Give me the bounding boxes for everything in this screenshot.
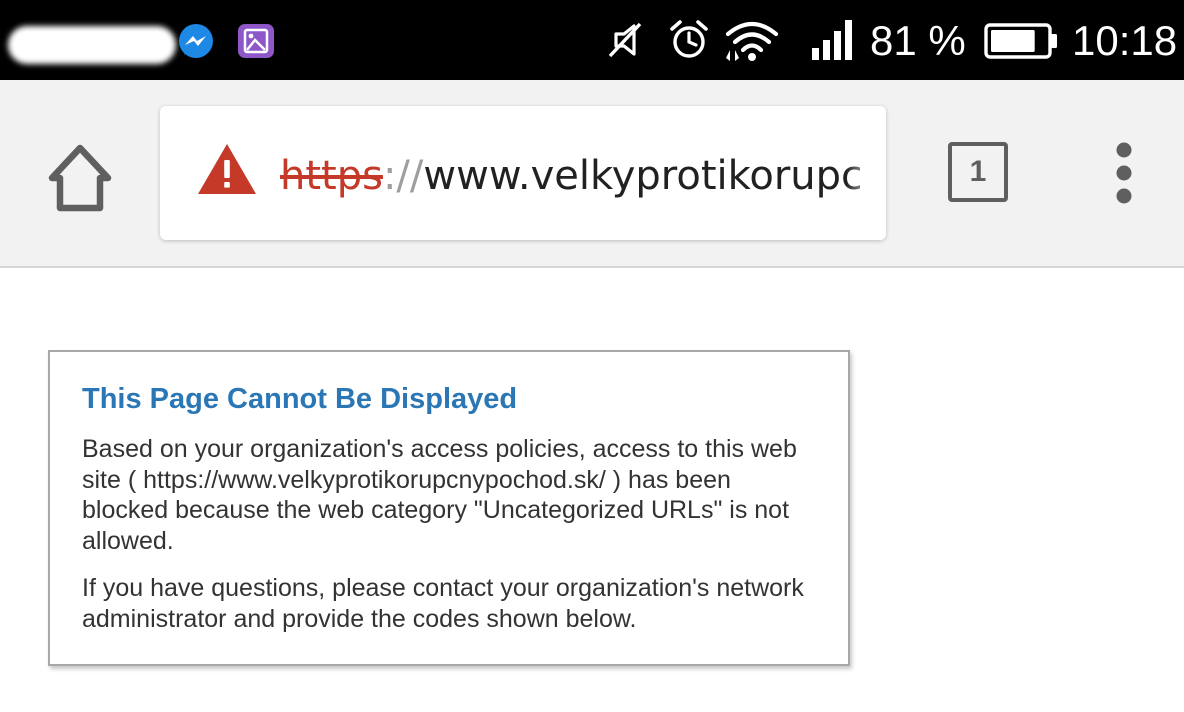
url-host: www.velkyprotikorupc [423, 153, 860, 199]
signal-icon [812, 20, 852, 60]
more-vert-icon[interactable] [1100, 140, 1148, 206]
battery-percent: 81 % [870, 17, 966, 64]
tab-switcher-icon[interactable]: 1 [948, 142, 1012, 206]
url-bar[interactable]: https://www.velkyprotikorupc [160, 106, 886, 240]
url-fade [846, 106, 886, 240]
redacted-notification-blur [8, 26, 176, 64]
clock: 10:18 [1072, 17, 1178, 64]
browser-toolbar: https://www.velkyprotikorupc 1 [0, 80, 1184, 268]
tab-count: 1 [948, 142, 1008, 202]
home-icon[interactable] [40, 138, 120, 218]
url-scheme: https [280, 153, 383, 199]
contact-admin-text: If you have questions, please contact yo… [82, 574, 804, 633]
alarm-icon [670, 20, 708, 58]
mute-icon [608, 22, 642, 58]
url-text[interactable]: https://www.velkyprotikorupc [280, 150, 860, 206]
block-reason-text: Based on your organization's access poli… [82, 435, 797, 555]
block-notice-card: This Page Cannot Be Displayed Based on y… [48, 350, 850, 666]
status-bar: 81 % 10:18 [0, 0, 1184, 80]
battery-icon [984, 23, 1057, 59]
page-title: This Page Cannot Be Displayed [82, 383, 518, 415]
messenger-icon [179, 24, 213, 58]
warning-icon[interactable] [196, 142, 258, 196]
url-separator: :// [382, 153, 424, 199]
gallery-icon [238, 24, 274, 58]
wifi-icon [725, 21, 779, 61]
